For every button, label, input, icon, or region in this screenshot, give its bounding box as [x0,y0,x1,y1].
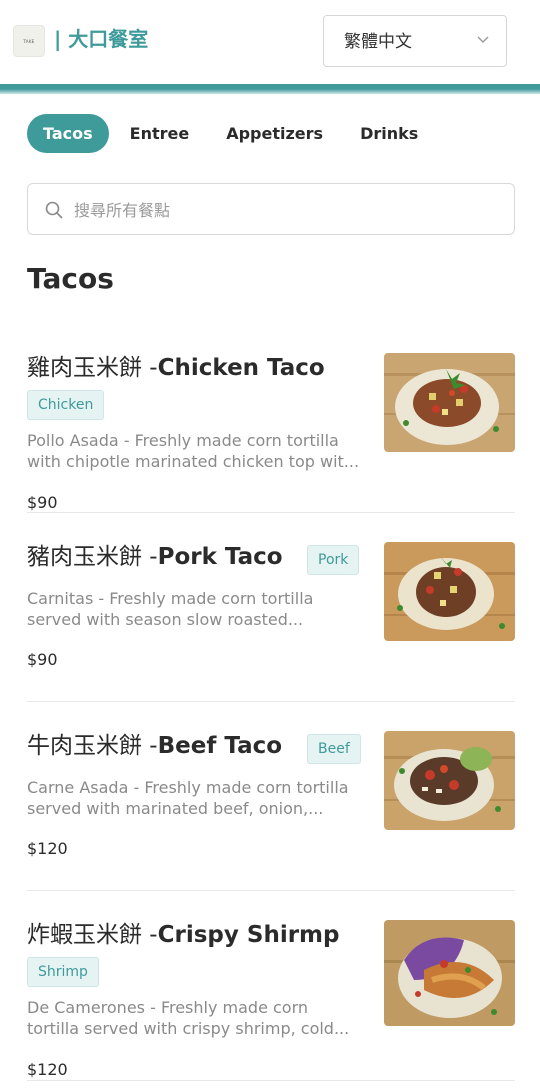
tab-entree[interactable]: Entree [114,114,206,153]
tab-drinks[interactable]: Drinks [344,114,434,153]
item-name-zh: 牛肉玉米餅 - [27,733,158,759]
menu-item-chicken-taco[interactable]: 雞肉玉米餅 -Chicken Taco Chicken Pollo Asada … [27,340,515,513]
item-tag: Pork [307,545,360,575]
item-name-en: Pork Taco [157,544,283,570]
item-description: Pollo Asada - Freshly made corn tortilla… [27,431,360,471]
tab-tacos[interactable]: Tacos [27,114,109,153]
item-description: Carnitas - Freshly made corn tortilla se… [27,589,314,629]
item-name: 豬肉玉米餅 -Pork Taco [27,542,283,572]
menu-item-beef-taco[interactable]: 牛肉玉米餅 -Beef Taco Beef Carne Asada - Fres… [27,702,515,891]
item-name: 牛肉玉米餅 -Beef Taco [27,731,282,761]
pork-taco-photo [384,542,515,641]
logo-text: TAKE [23,38,35,44]
restaurant-name: | 大口餐室 [54,27,149,51]
section-title: Tacos [27,262,114,295]
item-tag: Beef [307,734,361,764]
item-name-en: Chicken Taco [157,355,325,381]
item-name-zh: 雞肉玉米餅 - [27,355,158,381]
search-box [27,183,515,235]
tab-appetizers[interactable]: Appetizers [210,114,339,153]
chevron-down-icon [477,36,489,43]
menu-item-pork-taco[interactable]: 豬肉玉米餅 -Pork Taco Pork Carnitas - Freshly… [27,513,515,702]
chicken-taco-photo [384,353,515,452]
item-price: $120 [27,1060,68,1079]
app-header: TAKE | 大口餐室 繁體中文 [0,0,540,84]
shrimp-taco-photo [384,920,515,1026]
item-description: Carne Asada - Freshly made corn tortilla… [27,778,349,818]
item-price: $90 [27,650,58,669]
search-input[interactable] [74,196,494,224]
restaurant-logo[interactable]: TAKE [13,25,45,57]
beef-taco-photo [384,731,515,830]
item-name: 炸蝦玉米餅 -Crispy Shirmp [27,920,339,950]
item-name-en: Beef Taco [157,733,283,759]
search-icon [45,201,63,219]
item-description: De Camerones - Freshly made corn tortill… [27,998,350,1038]
item-name-zh: 炸蝦玉米餅 - [27,922,158,948]
language-selected-value: 繁體中文 [344,32,412,52]
menu-item-crispy-shrimp-taco[interactable]: 炸蝦玉米餅 -Crispy Shirmp Shrimp De Camerones… [27,891,515,1081]
header-accent-bar [0,84,540,94]
item-name: 雞肉玉米餅 -Chicken Taco [27,353,325,383]
item-name-en: Crispy Shirmp [157,922,340,948]
item-tag: Shrimp [27,957,99,987]
item-tag: Chicken [27,390,105,420]
language-select[interactable]: 繁體中文 [323,15,507,67]
item-price: $120 [27,839,68,858]
category-tabs: Tacos Entree Appetizers Drinks [27,114,439,153]
item-name-zh: 豬肉玉米餅 - [27,544,158,570]
item-price: $90 [27,493,58,512]
